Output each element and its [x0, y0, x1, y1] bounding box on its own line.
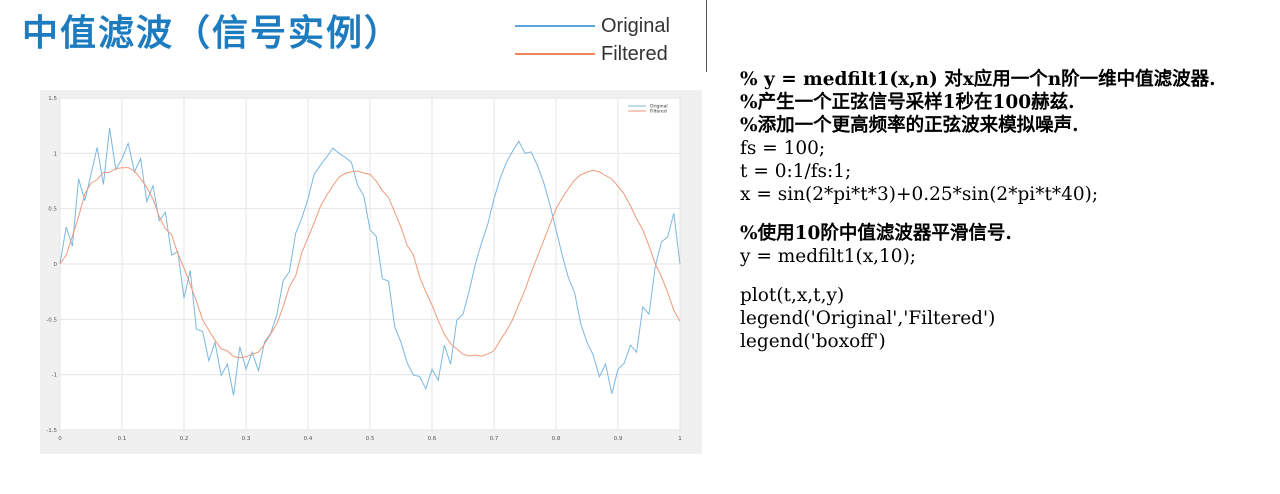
y-tick-label: 0 [54, 262, 58, 268]
code-line: %添加一个更高频率的正弦波来模拟噪声. [740, 115, 1079, 136]
x-tick-label: 0.6 [428, 436, 437, 442]
inner-legend-label: Filtered [650, 109, 667, 115]
y-tick-label: 1.5 [48, 96, 57, 102]
x-tick-label: 0.1 [118, 436, 127, 442]
code-line: legend('boxoff') [740, 331, 886, 352]
x-tick-label: 0.7 [490, 436, 499, 442]
legend-label-original: Original [601, 15, 670, 37]
code-line: plot(t,x,t,y) [740, 285, 845, 306]
code-line: %使用10阶中值滤波器平滑信号. [740, 223, 1012, 244]
legend-label-filtered: Filtered [601, 43, 668, 65]
legend-swatch-original [515, 25, 595, 27]
y-tick-label: -1.5 [46, 428, 57, 434]
x-tick-label: 0.2 [180, 436, 189, 442]
code-line: % y = medfilt1(x,n) 对x应用一个n阶一维中值滤波器. [740, 69, 1216, 90]
y-tick-label: -0.5 [46, 317, 57, 323]
slide-title: 中值滤波（信号实例） [22, 13, 403, 54]
code-line: x = sin(2*pi*t*3)+0.25*sin(2*pi*t*40); [740, 184, 1099, 205]
code-line: %产生一个正弦信号采样1秒在100赫兹. [740, 92, 1075, 113]
code-line: y = medfilt1(x,10); [740, 246, 917, 267]
y-tick-label: 1 [54, 151, 58, 157]
legend-item-filtered: Filtered [515, 40, 695, 68]
code-line: legend('Original','Filtered') [740, 308, 996, 329]
x-tick-label: 0.8 [552, 436, 561, 442]
vertical-divider [706, 0, 707, 72]
x-tick-label: 0.4 [304, 436, 313, 442]
legend-item-original: Original [515, 12, 695, 40]
x-tick-label: 0.3 [242, 436, 251, 442]
code-line: fs = 100; [740, 138, 826, 159]
line-chart: 0 0.1 0.2 0.3 0.4 0.5 0.6 0.7 0.8 0.9 1 -1.5 -1 -0.5 0… [46, 96, 682, 442]
y-tick-label: 0.5 [48, 207, 57, 213]
legend-swatch-filtered [515, 53, 595, 55]
x-tick-label: 0.5 [366, 436, 375, 442]
x-tick-label: 0 [58, 436, 62, 442]
code-block: % y = medfilt1(x,n) 对x应用一个n阶一维中值滤波器. %产生一… [740, 68, 1270, 353]
slide-legend: Original Filtered [515, 12, 695, 68]
plot-figure: 0 0.1 0.2 0.3 0.4 0.5 0.6 0.7 0.8 0.9 1 -1.5 -1 -0.5 0… [40, 90, 702, 454]
y-tick-label: -1 [52, 373, 57, 379]
x-tick-label: 1 [678, 436, 682, 442]
code-line: t = 0:1/fs:1; [740, 161, 852, 182]
x-tick-label: 0.9 [614, 436, 623, 442]
